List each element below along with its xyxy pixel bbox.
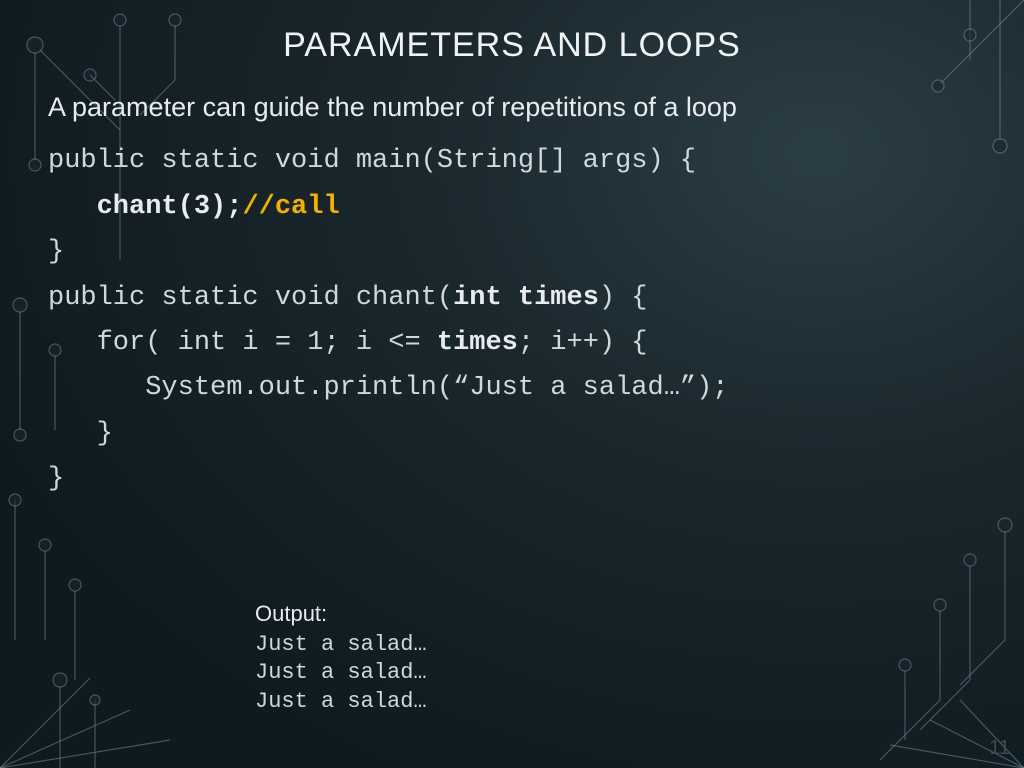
code-line-3: } [48,237,64,267]
output-line-3: Just a salad… [255,688,427,717]
code-l2-indent [48,192,97,222]
slide-content: PARAMETERS AND LOOPS A parameter can gui… [0,0,1024,768]
code-line-8: } [48,464,64,494]
code-l4a: public static void chant( [48,283,453,313]
output-block: Output: Just a salad… Just a salad… Just… [255,600,427,716]
code-line-6: System.out.println(“Just a salad…”); [48,373,729,403]
code-line-1: public static void main(String[] args) { [48,146,696,176]
output-label: Output: [255,600,427,629]
code-times-ref: times [437,328,518,358]
output-line-1: Just a salad… [255,631,427,660]
code-comment: //call [242,192,339,222]
output-line-2: Just a salad… [255,659,427,688]
page-number: 11 [989,737,1010,760]
code-l5c: ; i++) { [518,328,648,358]
code-param-decl: int times [453,283,599,313]
slide-title: PARAMETERS AND LOOPS [48,26,976,65]
code-call: chant(3); [97,192,243,222]
code-line-7: } [48,419,113,449]
code-l4c: ) { [599,283,648,313]
code-block: public static void main(String[] args) {… [48,139,976,502]
intro-paragraph: A parameter can guide the number of repe… [48,89,976,125]
code-l5a: for( int i = 1; i <= [48,328,437,358]
